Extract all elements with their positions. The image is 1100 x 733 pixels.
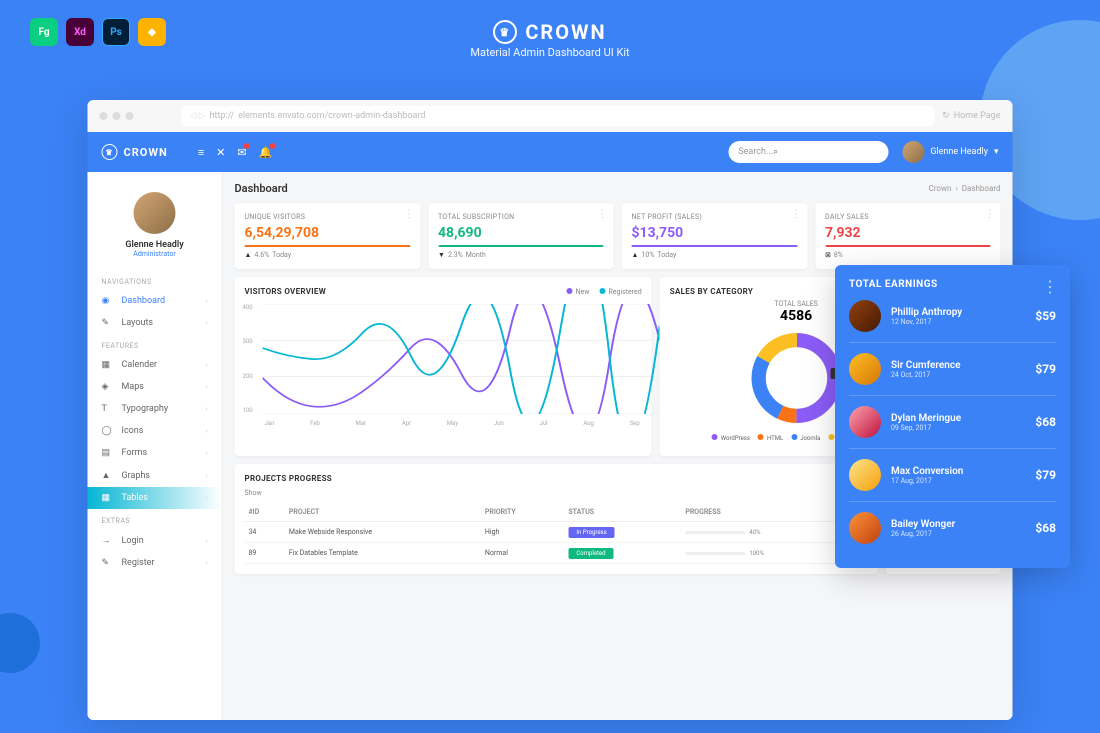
search-icon: ⌕ xyxy=(773,147,778,157)
sidebar-item-typography[interactable]: TTypography› xyxy=(88,398,222,420)
refresh-icon: ↻ xyxy=(942,111,950,121)
sidebar-item-calendar[interactable]: ▦Calender› xyxy=(88,354,222,376)
sidebar-item-maps[interactable]: ◈Maps› xyxy=(88,376,222,398)
more-icon[interactable]: ⋮ xyxy=(404,209,414,220)
profile-name: Glenne Headly xyxy=(88,240,222,250)
bg-decoration xyxy=(0,613,40,673)
settings-icon[interactable]: ✕ xyxy=(216,146,225,159)
sidebar-section-label: FEATURES xyxy=(88,334,222,354)
menu-icon[interactable]: ≡ xyxy=(198,146,204,159)
more-icon[interactable]: ⋮ xyxy=(791,209,801,220)
earnings-item[interactable]: Phillip Anthropy12 Nov, 2017 $59 xyxy=(849,290,1056,343)
visitors-chart-card: VISITORS OVERVIEW New Registered 4003002… xyxy=(235,277,652,456)
projects-table-card: PROJECTS PROGRESS Show #IDPROJECTPRIORIT… xyxy=(235,464,878,574)
avatar xyxy=(902,141,924,163)
total-earnings-card: TOTAL EARNINGS ⋮ Phillip Anthropy12 Nov,… xyxy=(835,265,1070,568)
avatar xyxy=(849,406,881,438)
sidebar-item-login[interactable]: →Login› xyxy=(88,529,222,552)
sidebar: Glenne Headly Administrator NAVIGATIONS … xyxy=(88,172,223,720)
sidebar-item-icons[interactable]: ◯Icons› xyxy=(88,420,222,442)
avatar xyxy=(849,353,881,385)
url-bar[interactable]: ◁ ▷ http:// elements.envato.com/crown-ad… xyxy=(182,106,935,126)
crown-icon: ♛ xyxy=(493,20,517,44)
sidebar-item-register[interactable]: ✎Register› xyxy=(88,552,222,574)
bell-icon[interactable]: 🔔 xyxy=(259,146,273,159)
stat-card-daily-sales: ⋮ DAILY SALES 7,932 ⊠ 8% xyxy=(815,203,1001,269)
sidebar-item-layouts[interactable]: ✎Layouts› xyxy=(88,312,222,334)
hero-brand: ♛ CROWN xyxy=(493,20,606,44)
user-menu[interactable]: Glenne Headly ▾ xyxy=(902,141,998,163)
projects-table: #IDPROJECTPRIORITYSTATUSPROGRESS 34 Make… xyxy=(245,503,868,564)
avatar xyxy=(849,512,881,544)
home-button[interactable]: ↻ Home Page xyxy=(942,111,1000,121)
sidebar-item-forms[interactable]: ▤Forms› xyxy=(88,442,222,464)
mail-icon[interactable]: ✉ xyxy=(237,146,246,159)
topbar: ♛ CROWN ≡ ✕ ✉ 🔔 Search... ⌕ Glenne Headl… xyxy=(88,132,1013,172)
breadcrumb: Crown›Dashboard xyxy=(929,184,1001,193)
sidebar-item-tables[interactable]: ▦Tables› xyxy=(88,487,222,509)
chevron-down-icon: ▾ xyxy=(994,147,999,157)
hero-header: ♛ CROWN Material Admin Dashboard UI Kit xyxy=(0,0,1100,71)
line-chart: 400300200100 JanFebMarAprMayJunJulAugSep xyxy=(245,304,642,414)
sidebar-item-dashboard[interactable]: ◉Dashboard› xyxy=(88,290,222,312)
stat-card-profit: ⋮ NET PROFIT (SALES) $13,750 ▲ 10% Today xyxy=(622,203,808,269)
browser-chrome: ◁ ▷ http:// elements.envato.com/crown-ad… xyxy=(88,100,1013,132)
table-row[interactable]: 89 Fix Datables Template Normal Complete… xyxy=(245,543,868,564)
sidebar-profile: Glenne Headly Administrator xyxy=(88,184,222,270)
hero-brand-text: CROWN xyxy=(525,20,606,44)
stat-row: ⋮ UNIQUE VISITORS 6,54,29,708 ▲ 4.6% Tod… xyxy=(235,203,1001,269)
avatar xyxy=(849,300,881,332)
stat-card-subscription: ⋮ TOTAL SUBSCRIPTION 48,690 ▼ 2.3% Month xyxy=(428,203,614,269)
hero-subtitle: Material Admin Dashboard UI Kit xyxy=(0,46,1100,59)
earnings-item[interactable]: Max Conversion17 Aug, 2017 $79 xyxy=(849,449,1056,502)
earnings-item[interactable]: Bailey Wonger26 Aug, 2017 $68 xyxy=(849,502,1056,554)
crown-icon: ♛ xyxy=(102,144,118,160)
avatar xyxy=(134,192,176,234)
donut-chart: HTML - 300 xyxy=(746,328,846,428)
stat-card-visitors: ⋮ UNIQUE VISITORS 6,54,29,708 ▲ 4.6% Tod… xyxy=(235,203,421,269)
more-icon[interactable]: ⋮ xyxy=(598,209,608,220)
page-title: Dashboard xyxy=(235,182,288,195)
more-icon[interactable]: ⋮ xyxy=(1042,277,1058,296)
earnings-item[interactable]: Sir Cumference24 Oct, 2017 $79 xyxy=(849,343,1056,396)
topbar-brand: ♛ CROWN xyxy=(102,144,168,160)
sidebar-section-label: EXTRAS xyxy=(88,509,222,529)
search-input[interactable]: Search... ⌕ xyxy=(728,141,888,163)
avatar xyxy=(849,459,881,491)
earnings-item[interactable]: Dylan Meringue09 Sep, 2017 $68 xyxy=(849,396,1056,449)
sidebar-item-graphs[interactable]: ▲Graphs› xyxy=(88,464,222,487)
sidebar-section-label: NAVIGATIONS xyxy=(88,270,222,290)
profile-role: Administrator xyxy=(88,250,222,258)
more-icon[interactable]: ⋮ xyxy=(985,209,995,220)
table-row[interactable]: 34 Make Webside Responsive High In Progr… xyxy=(245,522,868,543)
